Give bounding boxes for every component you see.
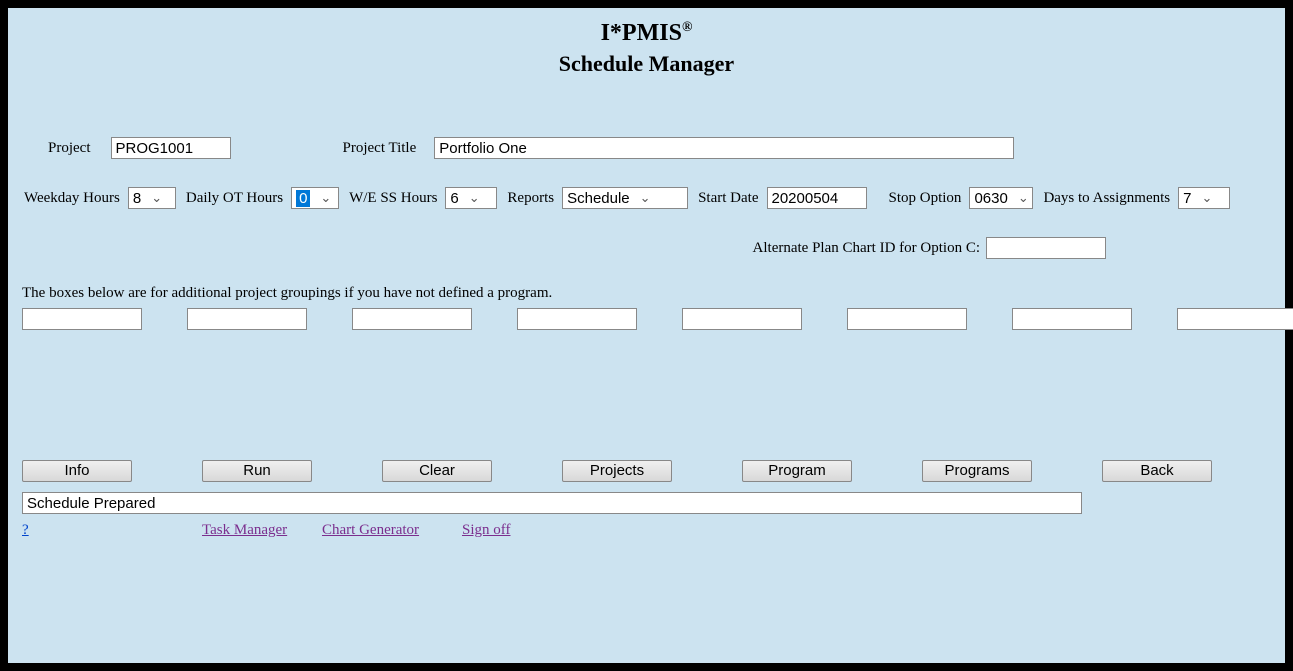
chevron-down-icon: ⌄ xyxy=(320,190,331,206)
button-row: Info Run Clear Projects Program Programs… xyxy=(22,460,1271,482)
grouping-input-2[interactable] xyxy=(187,308,307,330)
chevron-down-icon: ⌄ xyxy=(151,190,162,206)
app-frame: I*PMIS® Schedule Manager Project Project… xyxy=(0,0,1293,671)
groupings-row xyxy=(22,308,1271,330)
days-assign-value: 7 xyxy=(1183,190,1191,207)
app-title: I*PMIS® xyxy=(22,20,1271,47)
stop-option-select[interactable]: 0630 ⌄ xyxy=(969,187,1033,209)
project-label: Project xyxy=(48,140,91,157)
task-manager-link[interactable]: Task Manager xyxy=(202,522,287,538)
weekday-hours-value: 8 xyxy=(133,190,141,207)
help-link[interactable]: ? xyxy=(22,522,29,538)
groupings-instruction: The boxes below are for additional proje… xyxy=(22,285,1271,302)
start-date-input[interactable] xyxy=(767,187,867,209)
chevron-down-icon: ⌄ xyxy=(1201,190,1212,206)
header: I*PMIS® Schedule Manager xyxy=(22,20,1271,77)
program-button[interactable]: Program xyxy=(742,460,852,482)
we-ss-select[interactable]: 6 ⌄ xyxy=(445,187,497,209)
project-title-input[interactable] xyxy=(434,137,1014,159)
days-assign-label: Days to Assignments xyxy=(1043,190,1170,207)
stop-option-label: Stop Option xyxy=(889,190,962,207)
chart-generator-link[interactable]: Chart Generator xyxy=(322,522,419,538)
start-date-label: Start Date xyxy=(698,190,758,207)
daily-ot-select[interactable]: 0 ⌄ xyxy=(291,187,339,209)
daily-ot-label: Daily OT Hours xyxy=(186,190,283,207)
projects-button[interactable]: Projects xyxy=(562,460,672,482)
project-title-label: Project Title xyxy=(343,140,417,157)
clear-button[interactable]: Clear xyxy=(382,460,492,482)
chevron-down-icon: ⌄ xyxy=(1018,190,1029,206)
sign-off-link[interactable]: Sign off xyxy=(462,522,510,538)
grouping-input-7[interactable] xyxy=(1012,308,1132,330)
alt-chart-row: Alternate Plan Chart ID for Option C: xyxy=(22,237,1271,259)
grouping-input-1[interactable] xyxy=(22,308,142,330)
subtitle: Schedule Manager xyxy=(22,51,1271,77)
stop-option-value: 0630 xyxy=(974,190,1007,207)
status-field[interactable] xyxy=(22,492,1082,514)
weekday-hours-label: Weekday Hours xyxy=(24,190,120,207)
grouping-input-4[interactable] xyxy=(517,308,637,330)
grouping-input-3[interactable] xyxy=(352,308,472,330)
alt-chart-input[interactable] xyxy=(986,237,1106,259)
days-assign-select[interactable]: 7 ⌄ xyxy=(1178,187,1230,209)
weekday-hours-select[interactable]: 8 ⌄ xyxy=(128,187,176,209)
grouping-input-8[interactable] xyxy=(1177,308,1293,330)
daily-ot-value: 0 xyxy=(296,190,310,207)
chevron-down-icon: ⌄ xyxy=(469,190,480,206)
grouping-input-6[interactable] xyxy=(847,308,967,330)
alt-chart-label: Alternate Plan Chart ID for Option C: xyxy=(753,240,980,257)
reports-select[interactable]: Schedule ⌄ xyxy=(562,187,688,209)
chevron-down-icon: ⌄ xyxy=(640,190,651,206)
reports-value: Schedule xyxy=(567,190,630,207)
info-button[interactable]: Info xyxy=(22,460,132,482)
project-row: Project Project Title xyxy=(22,137,1271,159)
programs-button[interactable]: Programs xyxy=(922,460,1032,482)
reports-label: Reports xyxy=(507,190,554,207)
run-button[interactable]: Run xyxy=(202,460,312,482)
link-row: ? Task Manager Chart Generator Sign off xyxy=(22,522,1271,539)
we-ss-value: 6 xyxy=(450,190,458,207)
options-row: Weekday Hours 8 ⌄ Daily OT Hours 0 ⌄ W/E… xyxy=(22,187,1271,209)
grouping-input-5[interactable] xyxy=(682,308,802,330)
project-code-input[interactable] xyxy=(111,137,231,159)
back-button[interactable]: Back xyxy=(1102,460,1212,482)
we-ss-label: W/E SS Hours xyxy=(349,190,437,207)
app-title-sup: ® xyxy=(682,20,692,35)
app-title-text: I*PMIS xyxy=(601,20,682,46)
